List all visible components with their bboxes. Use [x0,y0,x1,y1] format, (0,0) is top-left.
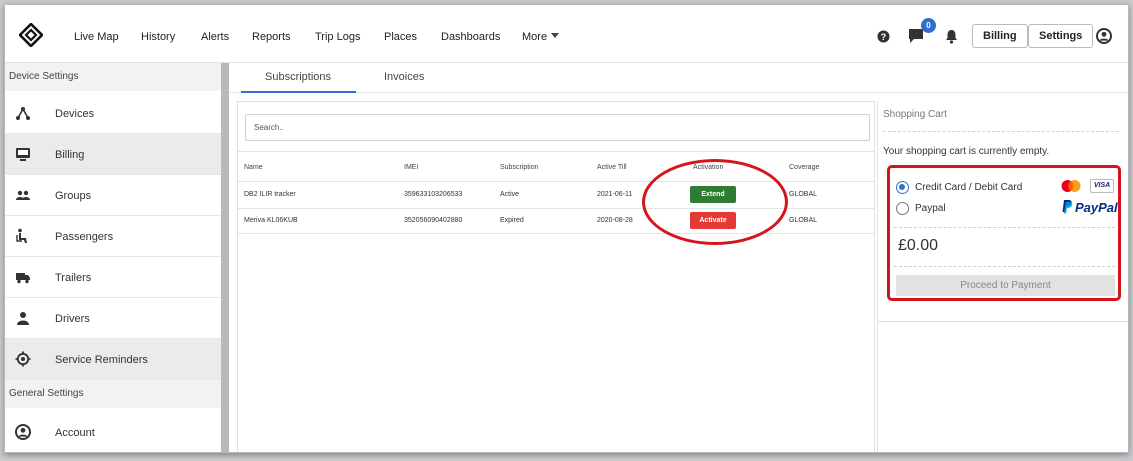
billing-tabs: Subscriptions Invoices [229,63,1128,93]
device-settings-header: Device Settings [5,63,221,91]
brand-logo-icon[interactable] [19,23,43,47]
col-header-name: Name [244,164,263,171]
payment-divider [894,227,1115,228]
sidebar-item-devices[interactable]: Devices [5,93,221,134]
nav-more-label: More [522,31,548,43]
cell-coverage: GLOBAL [789,191,818,198]
table-divider [238,208,874,209]
col-header-coverage: Coverage [789,164,820,171]
bell-icon[interactable] [945,29,958,44]
svg-text:?: ? [881,32,887,42]
subscriptions-panel: Name IMEI Subscription Active Till Activ… [237,101,875,452]
cart-empty-message: Your shopping cart is currently empty. [883,146,1050,157]
cell-subscription: Expired [500,217,524,224]
passengers-icon [16,228,27,243]
settings-button[interactable]: Settings [1028,24,1094,48]
cell-coverage: GLOBAL [789,217,818,224]
paypal-wordmark: PayPal [1075,200,1118,215]
cell-active-till: 2020-08-28 [597,217,633,224]
sidebar-item-drivers[interactable]: Drivers [5,298,221,339]
activate-button[interactable]: Activate [690,212,736,229]
sidebar-item-passengers[interactable]: Passengers [5,216,221,257]
billing-button[interactable]: Billing [972,24,1028,48]
user-account-icon[interactable] [1096,28,1112,44]
caret-down-icon [551,33,560,38]
driver-icon [17,312,29,325]
sidebar-item-trailers[interactable]: Trailers [5,257,221,298]
nav-history[interactable]: History [141,31,175,43]
sidebar-item-label: Devices [55,108,95,120]
col-header-imei: IMEI [404,164,419,171]
sidebar-item-label: Trailers [55,272,92,284]
col-header-active-till: Active Till [597,164,627,171]
sidebar-scrollbar[interactable] [221,63,229,452]
table-divider [238,233,874,234]
sidebar-item-label: Service Reminders [55,354,148,366]
extend-button[interactable]: Extend [690,186,736,203]
cell-name: DB2 ILIR tracker [244,191,296,198]
top-navbar: Live Map History Alerts Reports Trip Log… [5,5,1128,63]
nav-places[interactable]: Places [384,31,417,43]
nav-more[interactable]: More [522,31,560,43]
general-settings-header: General Settings [5,380,221,408]
cell-subscription: Active [500,191,520,198]
active-tab-indicator [241,91,356,93]
sidebar-item-billing[interactable]: Billing [5,134,221,175]
cell-imei: 352056090402880 [404,217,463,224]
cell-name: Meriva KL06KUB [244,217,298,224]
table-divider [238,151,874,152]
payment-divider [894,266,1115,267]
cart-bottom-divider [877,321,1128,322]
account-icon [15,424,31,440]
app-window: Live Map History Alerts Reports Trip Log… [4,4,1129,453]
sidebar-item-label: Passengers [55,231,114,243]
trailer-icon [16,273,30,284]
sidebar-item-label: Account [55,427,95,439]
proceed-to-payment-button[interactable]: Proceed to Payment [896,275,1115,296]
help-icon[interactable]: ? [877,30,890,43]
paypal-logo-icon [1062,200,1073,214]
paypal-label[interactable]: Paypal [915,203,946,214]
sidebar-item-groups[interactable]: Groups [5,175,221,216]
service-icon [15,351,31,367]
cell-imei: 359633103206533 [404,191,463,198]
mastercard-logo-icon [1061,180,1081,192]
sidebar-item-label: Billing [55,149,85,161]
visa-logo-icon: VISA [1090,179,1114,193]
credit-card-label[interactable]: Credit Card / Debit Card [915,182,1022,193]
billing-icon [16,148,30,161]
cart-title: Shopping Cart [883,109,947,120]
devices-icon [16,107,30,120]
nav-live-map[interactable]: Live Map [74,31,119,43]
sidebar-item-account[interactable]: Account [5,412,221,452]
cell-active-till: 2021-06-11 [597,191,633,198]
search-input[interactable] [245,114,870,141]
credit-card-radio[interactable] [896,181,909,194]
col-header-activation: Activation [693,164,724,171]
tab-subscriptions[interactable]: Subscriptions [265,71,331,83]
sidebar-item-label: Drivers [55,313,90,325]
cart-divider [883,131,1119,132]
sidebar-item-service-reminders[interactable]: Service Reminders [5,339,221,380]
cart-total-amount: £0.00 [898,237,939,254]
sidebar-item-label: Groups [55,190,92,202]
nav-trip-logs[interactable]: Trip Logs [315,31,360,43]
groups-icon [16,190,30,200]
nav-dashboards[interactable]: Dashboards [441,31,500,43]
tab-invoices[interactable]: Invoices [384,71,424,83]
settings-sidebar: Device Settings Devices Billing Groups P… [5,63,221,452]
chat-badge: 0 [921,18,936,33]
nav-reports[interactable]: Reports [252,31,291,43]
col-header-subscription: Subscription [500,164,539,171]
paypal-radio[interactable] [896,202,909,215]
nav-alerts[interactable]: Alerts [201,31,229,43]
table-divider [238,181,874,182]
